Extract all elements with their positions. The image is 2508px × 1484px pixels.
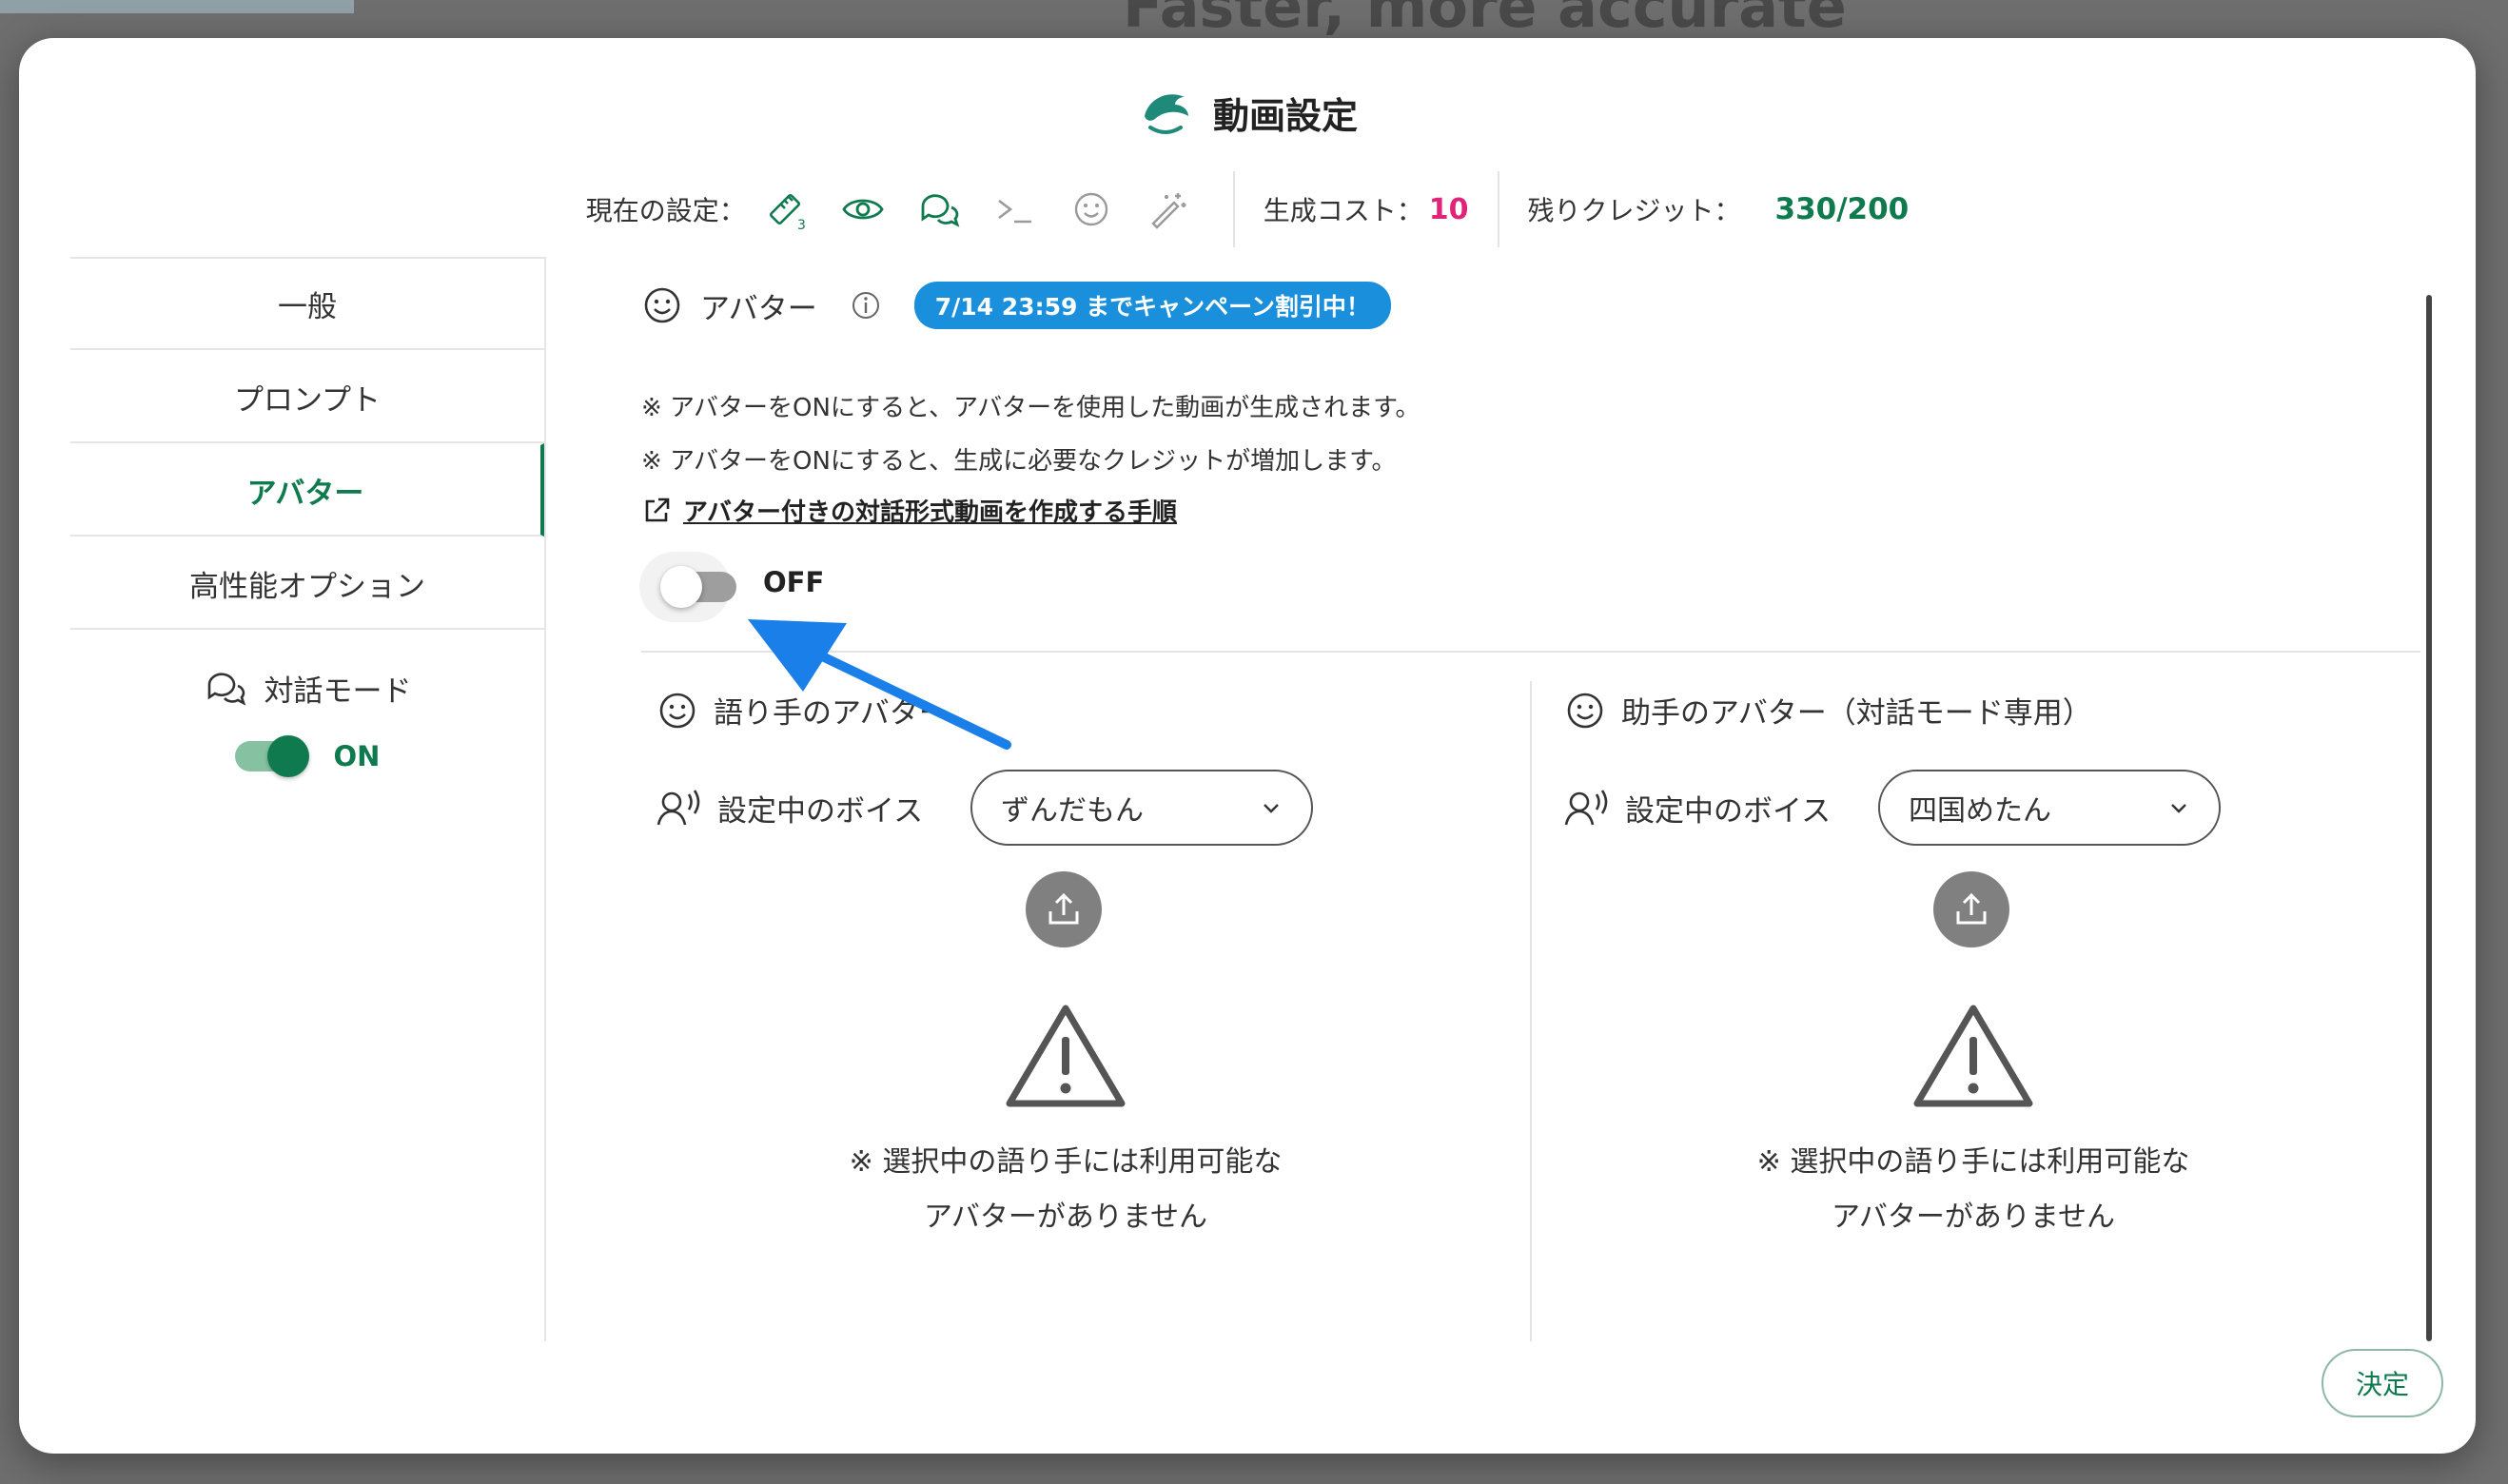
dialog-mode-toggle-row: ON bbox=[70, 735, 544, 777]
assistant-voice-value: 四国めたん bbox=[1909, 794, 2051, 828]
setting-icons: 3 bbox=[765, 187, 1189, 231]
assistant-avatar-header: 助手のアバター（対話モード専用） bbox=[1564, 689, 2420, 732]
assistant-no-avatar-warning: ※ 選択中の語り手には利用可能な アバターがありません bbox=[1735, 1001, 2211, 1235]
narrator-no-avatar-warning: ※ 選択中の語り手には利用可能な アバターがありません bbox=[828, 1001, 1303, 1235]
dolphin-logo-icon bbox=[1137, 84, 1194, 141]
column-divider bbox=[1530, 681, 1532, 1341]
credits-value: 330/200 bbox=[1774, 192, 1910, 226]
svg-text:3: 3 bbox=[797, 218, 806, 231]
scrollbar[interactable] bbox=[2426, 295, 2432, 1341]
assistant-avatar-title: 助手のアバター（対話モード専用） bbox=[1621, 696, 2092, 731]
sidebar-item-avatar[interactable]: アバター bbox=[70, 443, 544, 537]
info-icon[interactable] bbox=[834, 289, 882, 322]
assistant-avatar-column: 助手のアバター（対話モード専用） 設定中のボイス 四国めたん ※ 選択中の語り手… bbox=[1564, 681, 2420, 1309]
narrator-upload-button[interactable] bbox=[1026, 871, 1102, 947]
divider bbox=[1232, 171, 1235, 247]
assistant-upload-button[interactable] bbox=[1933, 871, 2009, 947]
warning-message-line1: ※ 選択中の語り手には利用可能な bbox=[1756, 1145, 2190, 1179]
smiley-icon bbox=[1567, 693, 1603, 728]
chevron-down-icon bbox=[2171, 804, 2186, 813]
avatar-settings-panel: アバター 7/14 23:59 までキャンペーン割引中！ ※ アバターをONにす… bbox=[622, 257, 2432, 1341]
section-divider bbox=[641, 651, 2420, 653]
warning-message-line1: ※ 選択中の語り手には利用可能な bbox=[849, 1145, 1283, 1179]
terminal-icon[interactable] bbox=[993, 187, 1037, 231]
speaking-person-icon bbox=[656, 790, 700, 826]
avatar-toggle-state: OFF bbox=[763, 566, 825, 598]
avatar-note-2: ※ アバターをONにすると、生成に必要なクレジットが増加します。 bbox=[641, 447, 1397, 476]
warning-icon bbox=[1006, 1005, 1126, 1107]
narrator-voice-value: ずんだもん bbox=[1001, 794, 1144, 828]
narrator-avatar-title: 語り手のアバター bbox=[714, 696, 949, 731]
cost-label: 生成コスト： bbox=[1263, 195, 1423, 226]
smiley-icon[interactable] bbox=[1069, 187, 1113, 231]
video-settings-modal: 動画設定 現在の設定： 3 生成コスト： 10 残りクレジット： 330/200… bbox=[19, 38, 2476, 1454]
upload-icon bbox=[1956, 892, 1987, 925]
magic-wand-icon[interactable] bbox=[1146, 187, 1189, 231]
chevron-down-icon bbox=[1264, 804, 1279, 813]
narrator-avatar-column: 語り手のアバター 設定中のボイス ずんだもん ※ 選択中の語り手には利用可能な … bbox=[656, 681, 1513, 1309]
chat-icon bbox=[207, 673, 245, 706]
campaign-badge: 7/14 23:59 までキャンペーン割引中！ bbox=[913, 282, 1391, 329]
external-link-icon bbox=[645, 498, 670, 521]
dialog-mode-row: 対話モード bbox=[70, 666, 544, 710]
divider bbox=[1497, 171, 1499, 247]
cost-value: 10 bbox=[1428, 192, 1469, 226]
sidebar-item-general[interactable]: 一般 bbox=[70, 257, 544, 350]
avatar-toggle-focus bbox=[639, 552, 736, 622]
confirm-button[interactable]: 決定 bbox=[2322, 1349, 2443, 1417]
chat-icon[interactable] bbox=[917, 187, 961, 231]
settings-sidebar: 一般 プロンプト アバター 高性能オプション 対話モード ON bbox=[70, 257, 546, 1341]
dialog-mode-toggle[interactable] bbox=[234, 735, 309, 777]
avatar-guide-link-text: アバター付きの対話形式動画を作成する手順 bbox=[683, 498, 1177, 527]
settings-status-bar: 現在の設定： 3 生成コスト： 10 残りクレジット： 330/200 bbox=[19, 152, 2476, 266]
assistant-voice-select[interactable]: 四国めたん bbox=[1878, 770, 2221, 846]
narrator-voice-row: 設定中のボイス ずんだもん bbox=[656, 770, 1513, 846]
avatar-toggle[interactable] bbox=[660, 566, 736, 608]
smiley-icon bbox=[641, 284, 683, 326]
warning-message-line2: アバターがありません bbox=[1832, 1201, 2115, 1234]
warning-icon bbox=[1913, 1005, 2033, 1107]
modal-title: 動画設定 bbox=[1212, 94, 1358, 137]
smiley-icon bbox=[659, 693, 696, 728]
sidebar-item-prompt[interactable]: プロンプト bbox=[70, 350, 544, 443]
credits-label: 残りクレジット： bbox=[1527, 195, 1741, 226]
avatar-guide-link[interactable]: アバター付きの対話形式動画を作成する手順 bbox=[641, 493, 1177, 528]
narrator-voice-select[interactable]: ずんだもん bbox=[970, 770, 1313, 846]
narrator-avatar-header: 語り手のアバター bbox=[656, 689, 1513, 732]
dialog-mode-label: 対話モード bbox=[264, 674, 412, 709]
eye-icon[interactable] bbox=[841, 187, 885, 231]
avatar-note-1: ※ アバターをONにすると、アバターを使用した動画が生成されます。 bbox=[641, 394, 1421, 422]
ruler-icon[interactable]: 3 bbox=[765, 187, 809, 231]
modal-header: 動画設定 bbox=[19, 74, 2476, 150]
background-heading: Faster, more accurate bbox=[1123, 0, 1847, 41]
avatar-section-header: アバター 7/14 23:59 までキャンペーン割引中！ bbox=[641, 282, 1391, 329]
dialog-mode-state: ON bbox=[333, 740, 381, 772]
assistant-voice-row: 設定中のボイス 四国めたん bbox=[1564, 770, 2420, 846]
current-settings-label: 現在の設定： bbox=[585, 195, 746, 226]
sidebar-item-advanced-options[interactable]: 高性能オプション bbox=[70, 537, 544, 630]
speaking-person-icon bbox=[1564, 790, 1608, 826]
background-bar bbox=[0, 0, 354, 13]
narrator-voice-label: 設定中のボイス bbox=[656, 787, 970, 830]
assistant-voice-label: 設定中のボイス bbox=[1564, 787, 1878, 830]
avatar-section-title: アバター bbox=[700, 291, 817, 326]
upload-icon bbox=[1048, 892, 1079, 925]
warning-message-line2: アバターがありません bbox=[924, 1201, 1207, 1234]
